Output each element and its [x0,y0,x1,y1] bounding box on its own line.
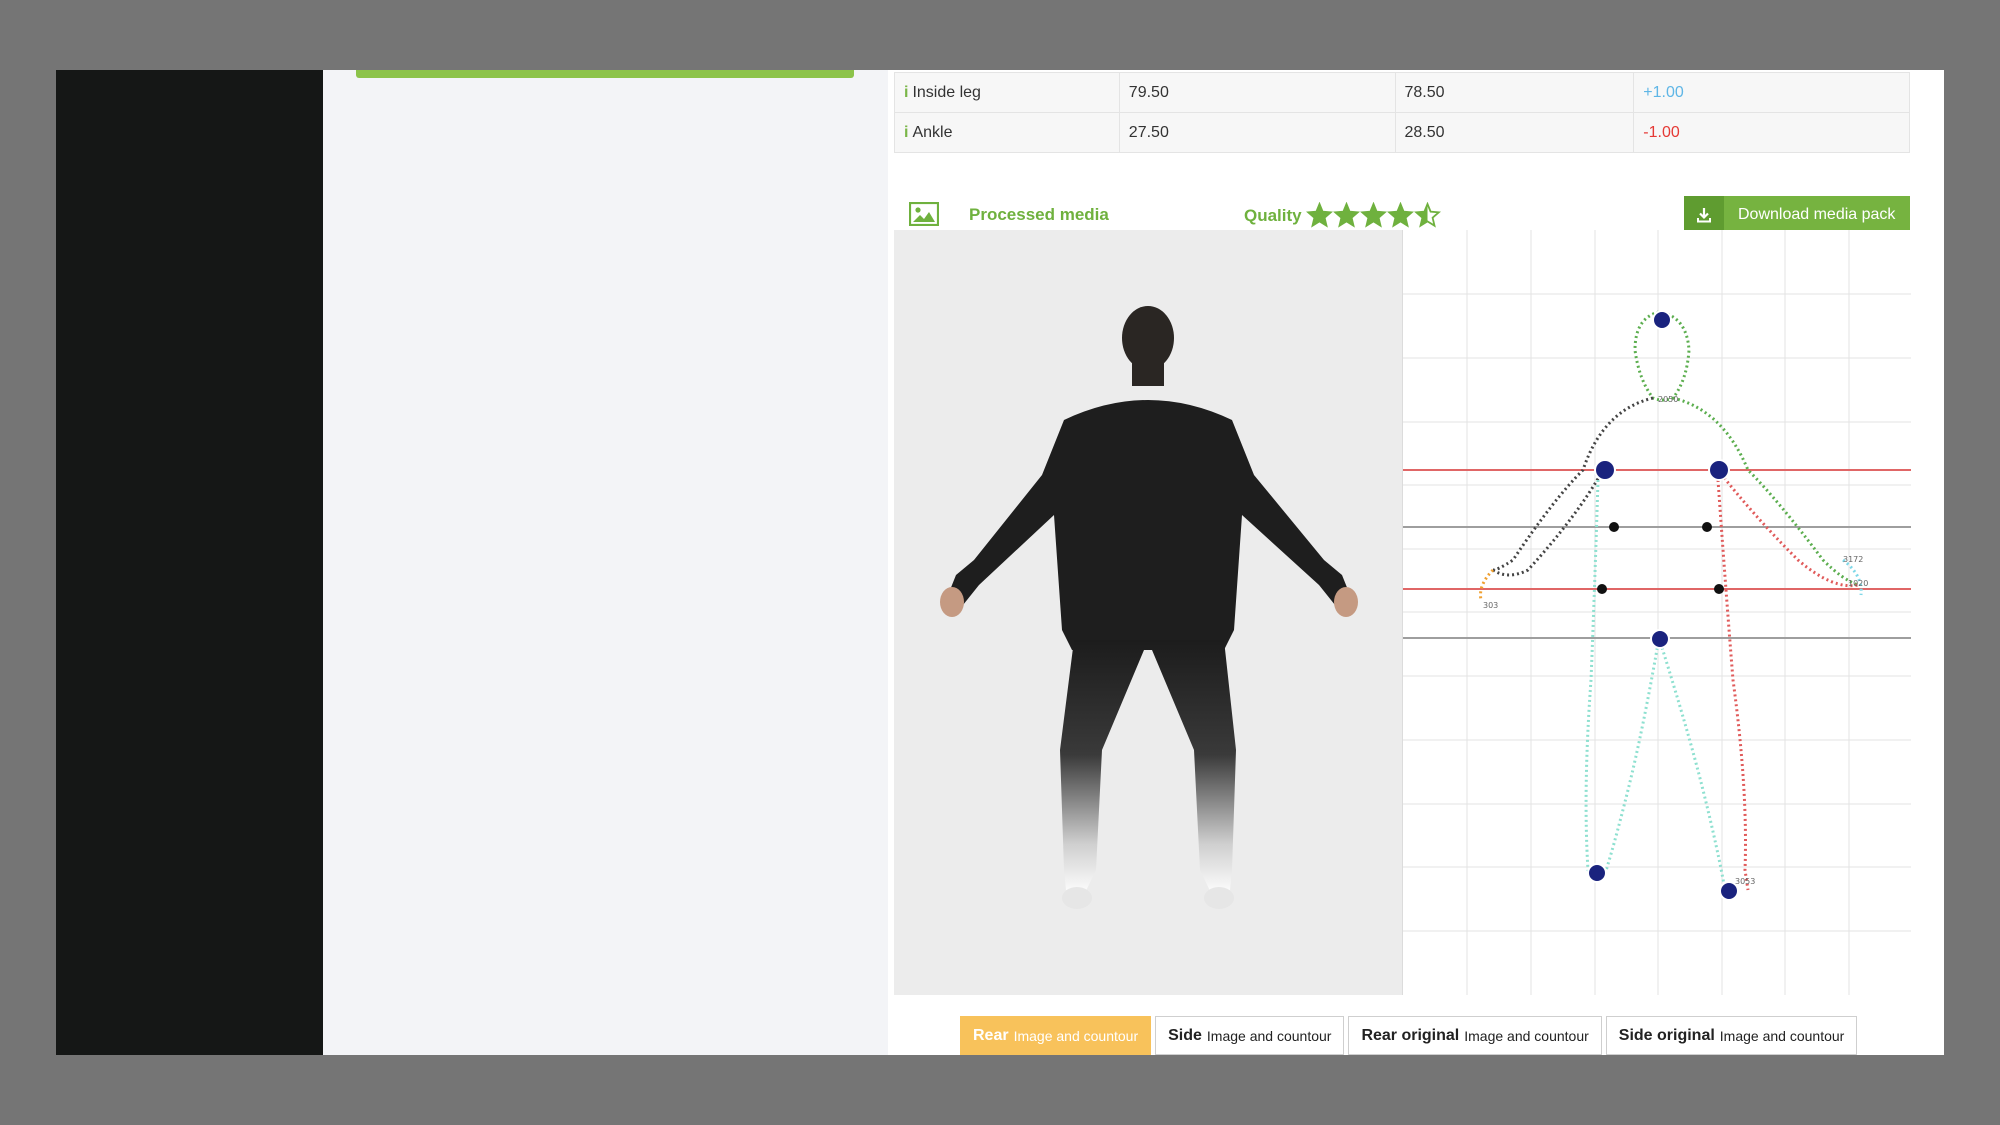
left-shoulder-arm-contour [1492,396,1654,572]
tab-title: Rear [973,1026,1009,1044]
contour-label: 303 [1483,601,1498,610]
info-icon[interactable]: i [904,124,908,141]
contour-diagram: 2050 303 3172 1020 3053 [1403,230,1911,995]
left-panel [323,70,943,1055]
measurement-diff: -1.00 [1633,112,1910,153]
sidebar [56,70,323,1055]
left-leg-outer-contour [1584,479,1600,881]
contour-label: 1020 [1848,579,1868,588]
table-row: i Inside leg 79.50 78.50 +1.00 [894,72,1910,113]
star-icon [1386,202,1414,228]
image-icon [909,202,939,226]
measurement-lines [1403,469,1911,639]
tab-title: Side [1168,1026,1202,1044]
quality-rating: Quality [1244,202,1441,229]
left-hand-contour [1479,568,1495,601]
star-icon [1413,202,1441,228]
right-shoulder-arm-contour [1672,396,1859,587]
media-view-tabs: Rear Image and countour Side Image and cou… [960,1016,1858,1055]
tab-rear-original[interactable]: Rear original Image and countour [1348,1016,1602,1055]
app-frame: i Inside leg 79.50 78.50 +1.00 i Ankle 27.… [56,70,1944,1055]
left-leg-inner-contour [1601,637,1661,881]
measurement-label: Inside leg [912,83,981,101]
measurement-reference: 78.50 [1394,72,1635,113]
measurement-diff: +1.00 [1633,72,1910,113]
measurement-reference: 28.50 [1394,112,1635,153]
contour-label: 3172 [1843,555,1863,564]
measurement-value: 27.50 [1118,112,1396,153]
download-media-button[interactable]: Download media pack [1684,196,1910,234]
contour-label: 3053 [1735,877,1755,886]
tab-subtitle: Image and countour [1719,1027,1845,1044]
rear-photo-panel [894,230,1402,995]
tab-rear[interactable]: Rear Image and countour [960,1016,1152,1055]
measurement-label-cell: i Ankle [894,112,1120,153]
star-rating [1305,202,1441,229]
info-icon[interactable]: i [904,84,908,101]
measurement-table: i Inside leg 79.50 78.50 +1.00 i Ankle 27.… [894,72,1910,153]
body-photo [940,306,1358,909]
measurement-label-cell: i Inside leg [894,72,1120,113]
media-title: Processed media [969,205,1109,224]
quality-label: Quality [1244,205,1302,225]
tab-side-original[interactable]: Side original Image and countour [1605,1016,1858,1055]
measurement-label: Ankle [912,123,953,141]
contour-labels: 2050 303 3172 1020 3053 [1483,395,1868,886]
star-icon [1359,202,1387,228]
progress-bar [356,70,854,78]
contour-label: 2050 [1658,395,1678,404]
tab-side[interactable]: Side Image and countour [1155,1016,1345,1055]
tab-title: Rear original [1361,1026,1460,1044]
contour-panel: 2050 303 3172 1020 3053 [1402,230,1911,995]
left-inner-arm-contour [1492,469,1605,577]
tab-subtitle: Image and countour [1464,1027,1589,1044]
measurement-value: 79.50 [1118,72,1396,113]
tab-subtitle: Image and countour [1206,1027,1332,1044]
tab-title: Side original [1618,1026,1715,1044]
table-row: i Ankle 27.50 28.50 -1.00 [894,112,1910,153]
download-icon [1684,196,1724,234]
download-label: Download media pack [1738,206,1896,223]
tab-subtitle: Image and countour [1013,1027,1139,1044]
star-icon [1332,202,1360,228]
grid [1403,230,1911,995]
star-icon [1305,202,1333,228]
